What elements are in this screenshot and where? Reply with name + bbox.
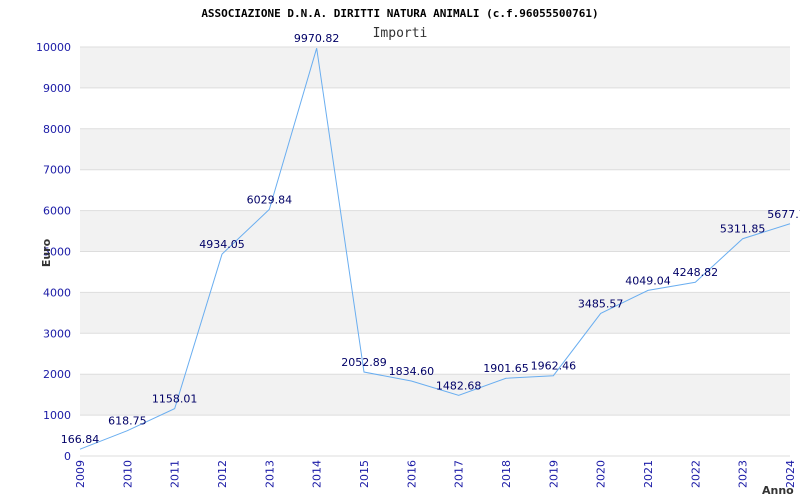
x-tick-label: 2015 [358,460,371,488]
grid-band [80,210,790,252]
line-chart: ASSOCIAZIONE D.N.A. DIRITTI NATURA ANIMA… [36,7,800,497]
x-tick-label: 2016 [405,460,418,488]
data-label: 4248.82 [673,266,719,279]
chart-title: ASSOCIAZIONE D.N.A. DIRITTI NATURA ANIMA… [201,7,598,20]
y-tick-label: 6000 [43,205,71,218]
y-tick-label: 2000 [43,368,71,381]
data-label: 618.75 [108,415,147,428]
x-tick-label: 2010 [121,460,134,488]
data-label: 166.84 [61,433,100,446]
data-label: 5677.72 [767,208,800,221]
x-axis-ticks: 2009 2010 2011 2012 2013 2014 2015 2016 2017 2018… [74,460,797,488]
y-tick-label: 1000 [43,409,71,422]
data-label: 1158.01 [152,393,198,406]
y-tick-label: 8000 [43,123,71,136]
data-label: 1962.46 [531,360,577,373]
y-tick-label: 4000 [43,286,71,299]
x-tick-label: 2009 [74,460,87,488]
x-tick-label: 2018 [500,460,513,488]
data-label: 5311.85 [720,223,766,236]
data-label: 9970.82 [294,32,340,45]
grid-band [80,128,790,170]
data-label: 2052.89 [341,356,387,369]
x-tick-label: 2023 [737,460,750,488]
x-tick-label: 2020 [595,460,608,488]
y-tick-label: 7000 [43,164,71,177]
data-label: 4049.04 [625,274,671,287]
chart-subtitle: Importi [373,26,428,41]
x-axis-label: Anno [762,484,794,497]
grid-band [80,87,790,129]
data-label: 1901.65 [483,362,529,375]
data-label: 4934.05 [199,238,245,251]
y-tick-label: 10000 [36,41,71,54]
data-label: 6029.84 [247,193,293,206]
grid-band [80,169,790,211]
x-tick-label: 2013 [263,460,276,488]
x-tick-label: 2021 [642,460,655,488]
x-tick-label: 2019 [547,460,560,488]
y-tick-label: 0 [64,450,71,463]
grid-band [80,47,790,88]
y-axis-label: Euro [40,238,53,267]
x-tick-label: 2022 [689,460,702,488]
x-tick-label: 2012 [216,460,229,488]
data-label: 1482.68 [436,379,482,392]
grid-band [80,292,790,334]
x-tick-label: 2014 [311,460,324,488]
data-label: 3485.57 [578,297,624,310]
y-tick-label: 9000 [43,82,71,95]
grid-band [80,333,790,375]
y-tick-label: 3000 [43,327,71,340]
data-label: 1834.60 [389,365,435,378]
grid-band [80,415,790,456]
x-tick-label: 2011 [169,460,182,488]
x-tick-label: 2017 [453,460,466,488]
